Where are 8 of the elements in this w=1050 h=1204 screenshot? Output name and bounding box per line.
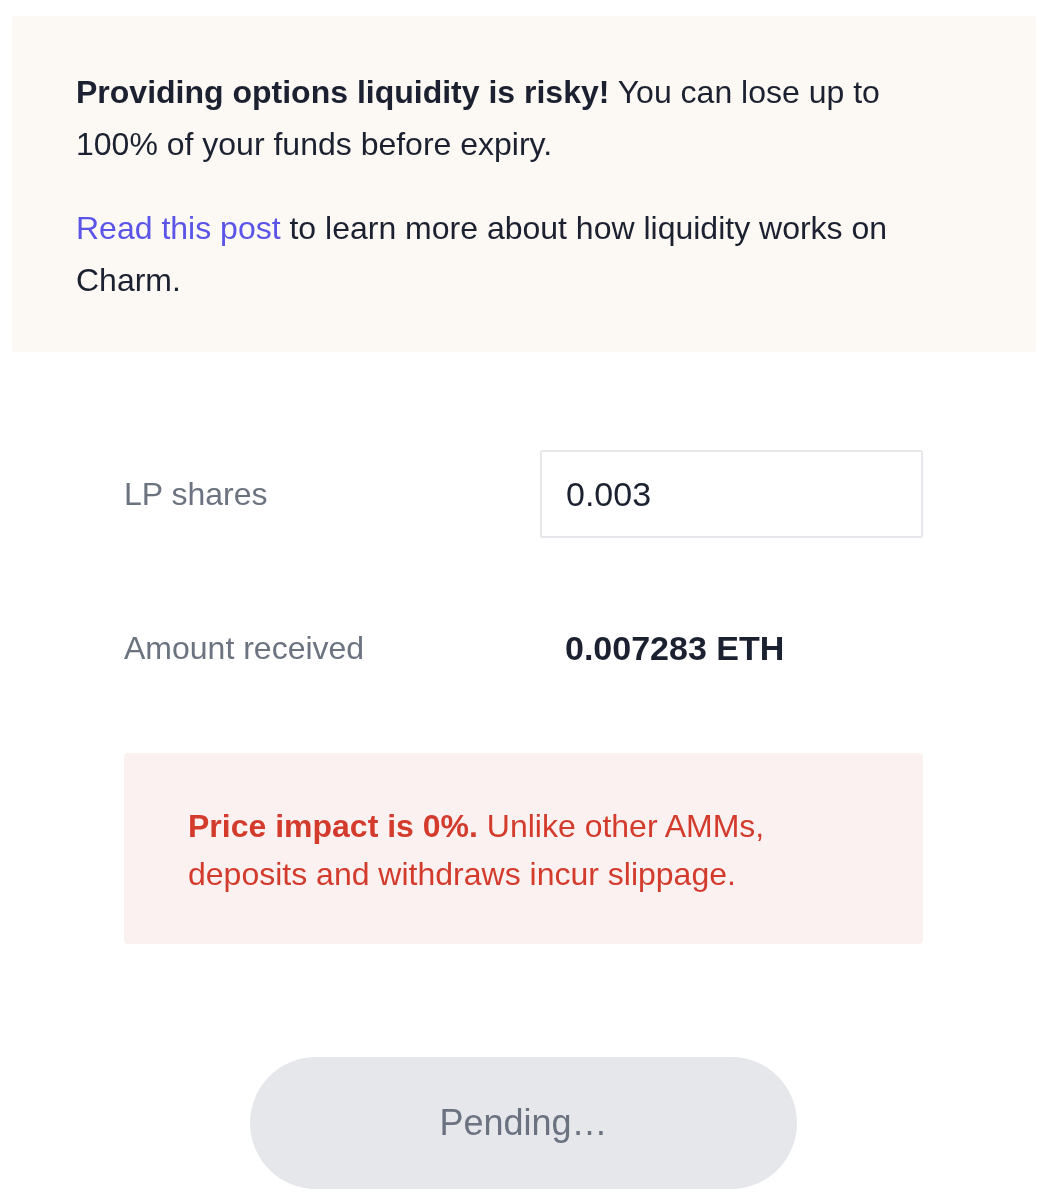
read-post-link[interactable]: Read this post — [76, 210, 281, 246]
field-label: LP shares — [124, 475, 268, 513]
amount-value: 0.007283 ETH — [565, 628, 785, 667]
lp-shares-input[interactable]: 0.003 — [540, 450, 923, 538]
warning-text: Read this post to learn more about how liquidity works on Charm. — [76, 209, 889, 300]
field-label: Amount received — [124, 629, 365, 667]
warning-text: Providing options liquidity is risky! You can lose up to 100% of your funds before expiry. — [76, 73, 881, 164]
notice-text: Price impact is 0%. Unlike other AMMs, deposits and withdraws incur slippage. — [188, 807, 766, 894]
